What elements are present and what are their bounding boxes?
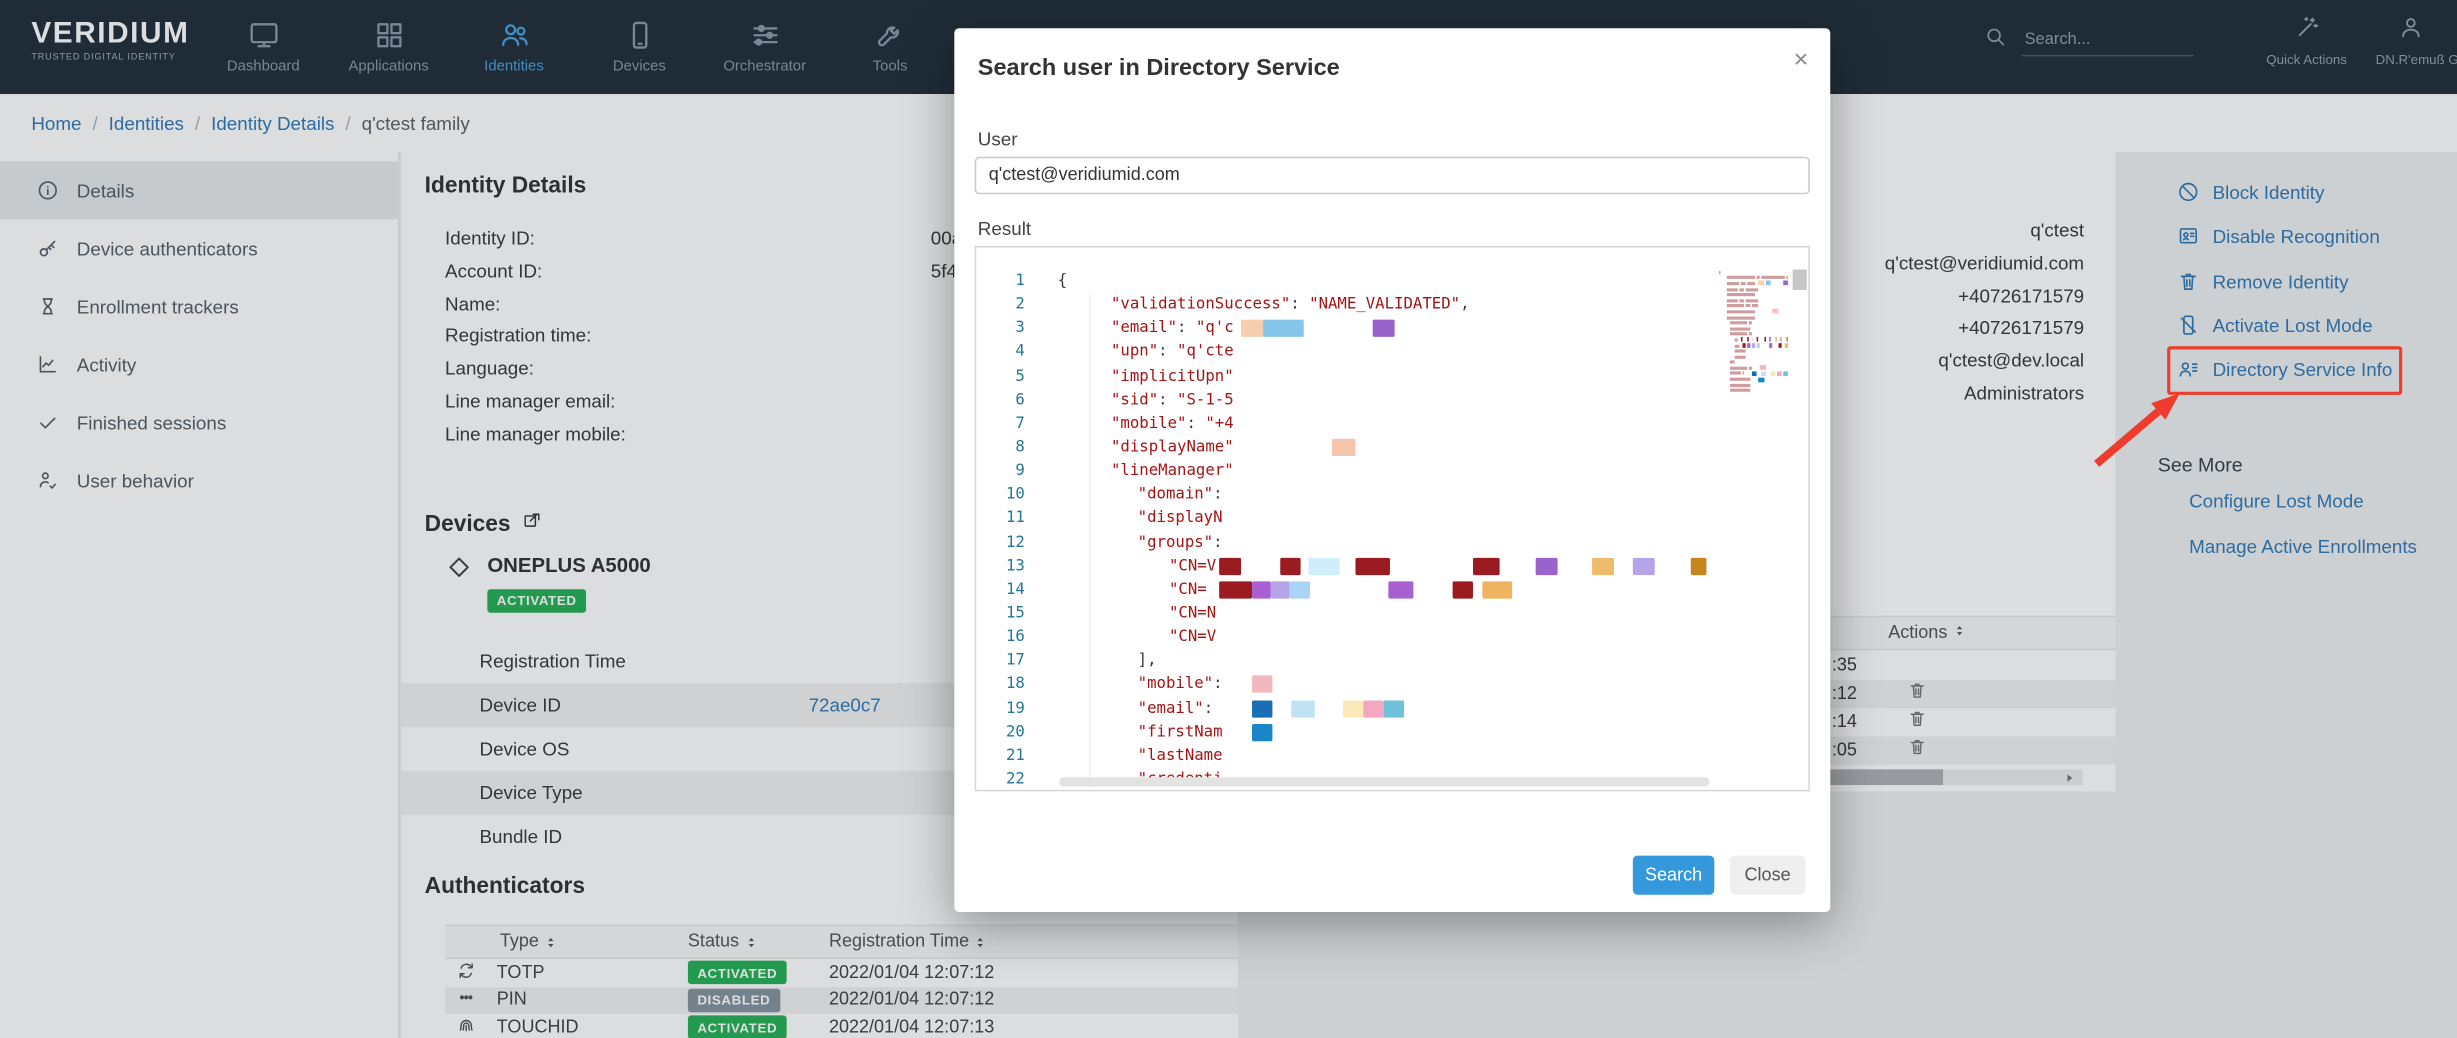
code-line: 8"displayName" [976, 436, 1808, 460]
modal-title: Search user in Directory Service [978, 55, 1340, 82]
redaction-block [1219, 557, 1241, 574]
redaction-block [1309, 557, 1340, 574]
redaction-block [1691, 557, 1707, 574]
code-line: 4"upn": "q'cte [976, 341, 1808, 365]
result-code-editor[interactable]: 1{2"validationSuccess": "NAME_VALIDATED"… [975, 246, 1810, 791]
code-line: 3"email": "q'c [976, 317, 1808, 341]
line-number: 19 [976, 700, 1057, 717]
code-line: 14"CN= [976, 578, 1808, 602]
redaction-block [1536, 557, 1558, 574]
line-number: 10 [976, 486, 1057, 503]
directory-service-modal: Search user in Directory Service × User … [954, 28, 1830, 912]
code-line: 18"mobile": [976, 673, 1808, 697]
search-button[interactable]: Search [1633, 856, 1714, 895]
code-line: 5"implicitUpn" [976, 364, 1808, 388]
close-button[interactable]: Close [1730, 856, 1805, 895]
redaction-block [1453, 581, 1473, 598]
code-line: 1{ [976, 270, 1808, 294]
line-number: 7 [976, 415, 1057, 432]
redaction-block [1290, 581, 1310, 598]
editor-minimap [1719, 270, 1788, 411]
redaction-block [1473, 557, 1500, 574]
code-line: 10"domain": [976, 483, 1808, 507]
close-icon[interactable]: × [1794, 49, 1809, 74]
line-number: 6 [976, 391, 1057, 408]
redaction-block [1633, 557, 1655, 574]
line-number: 13 [976, 557, 1057, 574]
application-root: VERIDIUM TRUSTED DIGITAL IDENTITY Dashbo… [0, 0, 2457, 1038]
line-number: 11 [976, 510, 1057, 527]
redaction-block [1373, 320, 1395, 337]
result-label: Result [978, 218, 1031, 240]
line-number: 1 [976, 273, 1057, 290]
user-input[interactable] [975, 157, 1810, 195]
code-line: 15"CN=N [976, 602, 1808, 626]
code-line: 9"lineManager" [976, 459, 1808, 483]
annotation-highlight-box [2167, 346, 2402, 395]
code-line: 21"lastName [976, 744, 1808, 768]
line-number: 5 [976, 368, 1057, 385]
line-number: 8 [976, 439, 1057, 456]
code-line: 6"sid": "S-1-5 [976, 388, 1808, 412]
redaction-block [1332, 439, 1356, 456]
annotation-arrow [2081, 382, 2191, 476]
redaction-block [1219, 581, 1252, 598]
line-number: 12 [976, 534, 1057, 551]
redaction-block [1483, 581, 1513, 598]
user-field-label: User [978, 128, 1018, 150]
redaction-block [1263, 320, 1304, 337]
line-number: 20 [976, 724, 1057, 741]
redaction-block [1252, 700, 1272, 717]
line-number: 2 [976, 296, 1057, 313]
redaction-block [1252, 676, 1272, 693]
redaction-block [1343, 700, 1363, 717]
redaction-block [1271, 581, 1290, 598]
code-line: 20"firstNam [976, 720, 1808, 744]
line-number: 18 [976, 676, 1057, 693]
code-line: 12"groups": [976, 531, 1808, 555]
redaction-block [1292, 700, 1316, 717]
editor-horizontal-scrollbar[interactable] [1059, 777, 1709, 786]
redaction-block [1364, 700, 1384, 717]
redaction-block [1384, 700, 1404, 717]
code-line: 16"CN=V [976, 625, 1808, 649]
code-line: 17], [976, 649, 1808, 673]
redaction-block [1252, 724, 1272, 741]
redaction-block [1389, 581, 1414, 598]
redaction-block [1280, 557, 1300, 574]
line-number: 21 [976, 747, 1057, 764]
code-lines: 1{2"validationSuccess": "NAME_VALIDATED"… [976, 270, 1808, 792]
redaction-block [1356, 557, 1390, 574]
line-number: 9 [976, 463, 1057, 480]
line-number: 17 [976, 652, 1057, 669]
line-number: 16 [976, 629, 1057, 646]
line-number: 22 [976, 771, 1057, 788]
line-number: 15 [976, 605, 1057, 622]
redaction-block [1252, 581, 1271, 598]
line-number: 4 [976, 344, 1057, 361]
redaction-block [1592, 557, 1614, 574]
code-line: 7"mobile": "+4 [976, 412, 1808, 436]
redaction-block [1242, 320, 1264, 337]
editor-vertical-scrollbar[interactable] [1793, 270, 1807, 290]
line-number: 3 [976, 320, 1057, 337]
line-number: 14 [976, 581, 1057, 598]
code-line: 2"validationSuccess": "NAME_VALIDATED", [976, 293, 1808, 317]
code-line: 19"email": [976, 697, 1808, 721]
code-line: 13"CN=V [976, 554, 1808, 578]
code-line: 11"displayN [976, 507, 1808, 531]
